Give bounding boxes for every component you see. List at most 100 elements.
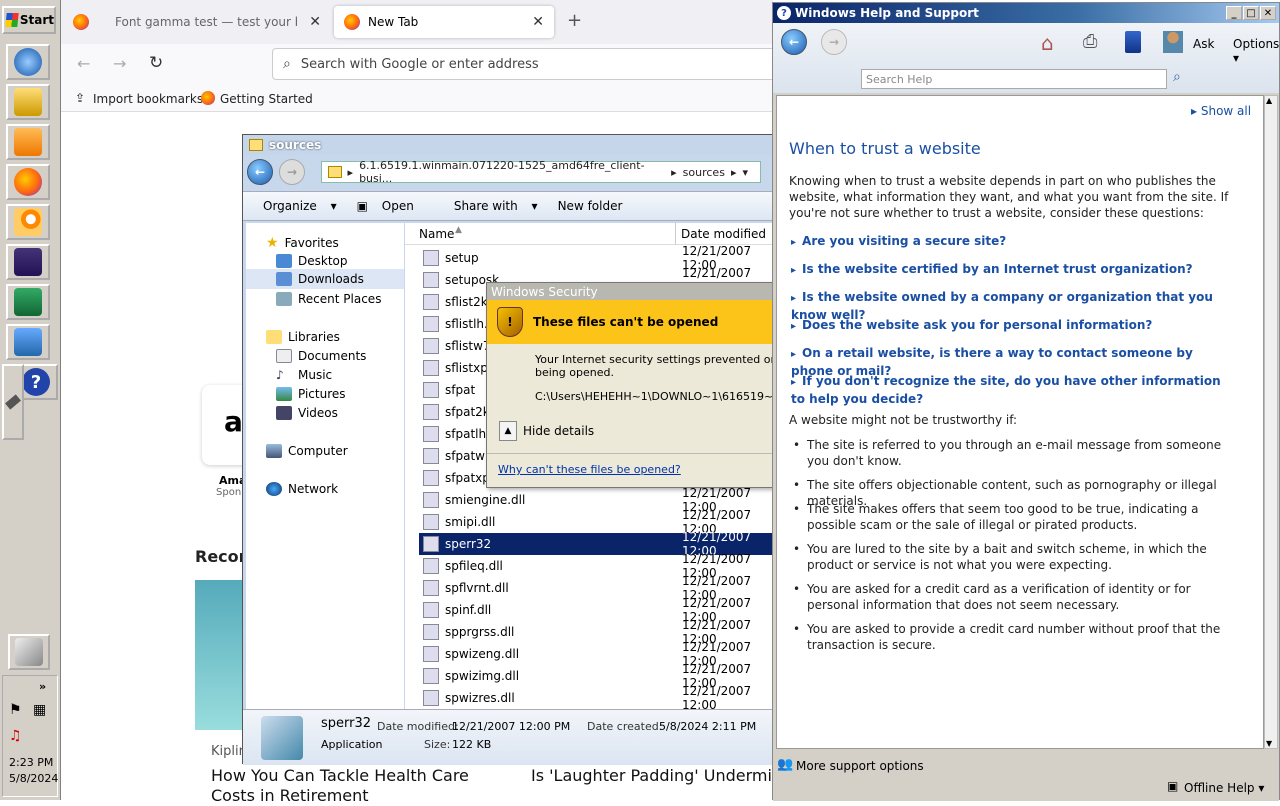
file-name: spprgrss.dll [445,625,515,639]
forward-button[interactable]: → [821,29,847,55]
why-blocked-link[interactable]: Why can't these files be opened? [498,463,681,476]
clock-date[interactable]: 5/8/2024 [9,772,58,785]
app-launcher[interactable] [6,244,50,280]
story-title-2[interactable]: Is 'Laughter Padding' Undermining You at… [531,766,771,786]
bookmark-import[interactable]: Import bookmarks... [93,92,215,106]
scroll-up-arrow-icon[interactable]: ▲ [1266,96,1272,105]
ask-people-icon[interactable] [1163,31,1183,53]
more-support-link[interactable]: More support options [796,759,924,773]
close-button[interactable]: ✕ [1260,6,1276,20]
options-button[interactable]: Options ▾ [1233,37,1279,65]
browse-help-icon[interactable] [1125,31,1141,53]
nav-label: Computer [288,444,348,458]
clock-time[interactable]: 2:23 PM [9,756,53,769]
nav-computer[interactable]: Computer [266,444,348,458]
question-link[interactable]: Are you visiting a secure site? [791,233,1221,251]
help-scrollbar[interactable]: ▲ ▼ [1264,95,1278,749]
tab-font-gamma-test[interactable]: Font gamma test — test your browser ✕ [101,6,331,38]
address-bar[interactable]: ▸ 6.1.6519.1.winmain.071220-1525_amd64fr… [321,159,761,185]
offline-help-button[interactable]: Offline Help ▾ [1184,781,1264,795]
file-icon [423,316,439,332]
collapse-arrow-icon[interactable]: ▲ [499,421,517,441]
new-folder-button[interactable]: New folder [548,199,633,213]
dialog-divider [487,453,777,454]
search-icon[interactable]: ⌕ [1173,69,1181,85]
new-tab-button[interactable]: + [567,10,582,31]
search-launcher[interactable] [6,204,50,240]
nav-pictures[interactable]: Pictures [276,387,346,401]
dialog-titlebar: Windows Security [487,283,775,300]
address-leaf[interactable]: sources [683,166,725,179]
address-path[interactable]: 6.1.6519.1.winmain.071220-1525_amd64fre_… [359,159,665,185]
amazon-icon: a [224,405,243,438]
nav-network[interactable]: Network [266,482,338,496]
media-player-launcher[interactable] [6,124,50,160]
reload-icon[interactable]: ↻ [149,53,163,73]
nav-music[interactable]: ♪ Music [276,368,332,382]
question-link[interactable]: Is the website certified by an Internet … [791,261,1221,279]
file-icon [423,624,439,640]
back-button[interactable]: ← [247,159,273,185]
hide-details-button[interactable]: Hide details [523,424,594,438]
recent-places-icon [276,292,292,306]
firefox-bookmark-icon [201,91,215,105]
show-all-link[interactable]: ▸ Show all [1191,104,1251,118]
scroll-down-arrow-icon[interactable]: ▼ [1266,739,1272,748]
file-name: spflvrnt.dll [445,581,509,595]
back-arrow-icon[interactable]: ← [77,54,90,73]
minimize-button[interactable]: _ [1226,6,1242,20]
control-panel-launcher[interactable] [6,324,50,360]
volume-muted-icon[interactable]: ♫ [9,728,22,744]
forward-arrow-icon[interactable]: → [113,54,126,73]
question-link[interactable]: Does the website ask you for personal in… [791,317,1221,335]
internet-explorer-launcher[interactable] [6,44,50,80]
close-tab-icon[interactable]: ✕ [309,14,321,30]
app-icon [14,248,42,276]
print-icon[interactable]: ⎙ [1083,31,1097,52]
open-button[interactable]: ▣ Open [347,199,434,213]
forward-button[interactable]: → [279,159,305,185]
ask-button[interactable]: Ask [1193,37,1214,51]
file-row[interactable]: spwizres.dll 12/21/2007 12:00 [419,684,781,709]
nav-favorites[interactable]: ★ Favorites [266,235,339,251]
question-link[interactable]: If you don't recognize the site, do you … [791,373,1221,407]
search-help-input[interactable]: Search Help [861,69,1167,89]
file-icon [423,536,439,552]
column-date-modified[interactable]: Date modified [681,227,766,241]
share-with-button[interactable]: Share with ▾ [434,199,548,213]
maximize-button[interactable]: □ [1243,6,1259,20]
tablet-input-button[interactable] [8,634,50,670]
story-image[interactable] [195,580,243,730]
action-center-flag-icon[interactable]: ⚑ [9,702,22,718]
story-title-1[interactable]: How You Can Tackle Health Care Costs in … [211,766,491,806]
nav-recent-places[interactable]: Recent Places [276,292,381,306]
home-icon[interactable]: ⌂ [1041,31,1054,55]
dropdown-arrow-icon[interactable]: ▾ [742,166,748,179]
nav-downloads[interactable]: Downloads [246,269,404,289]
tab-new-tab[interactable]: New Tab ✕ [334,6,554,38]
tray-expand-button[interactable]: » [39,680,46,693]
back-button[interactable]: ← [781,29,807,55]
network-launcher[interactable] [6,284,50,320]
nav-desktop[interactable]: Desktop [276,254,348,268]
file-explorer-launcher[interactable] [6,84,50,120]
close-tab-icon[interactable]: ✕ [532,14,544,30]
start-button[interactable]: Start [2,6,56,34]
nav-label: Downloads [298,272,364,286]
column-divider[interactable] [675,223,676,245]
bookmark-getting-started[interactable]: Getting Started [220,92,313,106]
dialog-heading: These files can't be opened [533,315,719,329]
network-icon[interactable]: ▦ [33,702,46,718]
organize-button[interactable]: Organize ▾ [243,199,347,213]
pen-tool-launcher[interactable] [2,364,24,440]
search-icon [14,208,42,236]
nav-documents[interactable]: Documents [276,349,366,363]
music-icon: ♪ [276,368,284,382]
column-name[interactable]: Name [419,227,454,241]
nav-videos[interactable]: Videos [276,406,338,420]
url-bar[interactable]: ⌕ Search with Google or enter address [272,48,792,80]
nav-libraries[interactable]: Libraries [266,330,340,344]
firefox-menu-icon[interactable] [73,14,89,30]
firefox-launcher[interactable] [6,164,50,200]
file-icon [423,382,439,398]
